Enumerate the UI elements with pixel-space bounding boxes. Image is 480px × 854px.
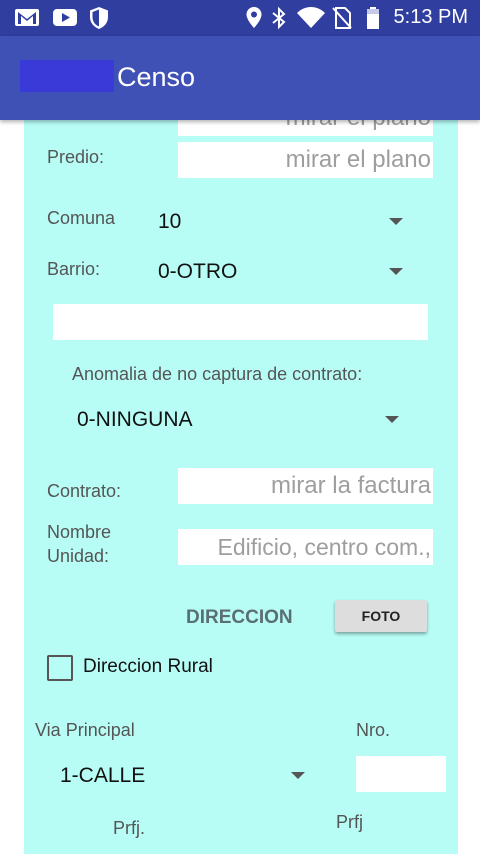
nombre-label-line2: Unidad: bbox=[47, 546, 110, 566]
top-clipped-field[interactable]: mirar el plano bbox=[178, 120, 433, 136]
app-bar: Censo bbox=[0, 36, 480, 120]
location-icon bbox=[246, 7, 262, 28]
nro-field[interactable] bbox=[356, 756, 446, 792]
gmail-icon bbox=[15, 9, 39, 26]
chevron-down-icon bbox=[291, 772, 305, 779]
app-logo bbox=[20, 60, 114, 92]
anomalia-value: 0-NINGUNA bbox=[77, 408, 193, 431]
comuna-value: 10 bbox=[158, 210, 182, 233]
anomalia-label: Anomalia de no captura de contrato: bbox=[72, 364, 363, 384]
chevron-down-icon bbox=[389, 268, 403, 275]
barrio-label: Barrio: bbox=[47, 259, 101, 279]
status-time: 5:13 PM bbox=[393, 6, 468, 28]
chevron-down-icon bbox=[385, 416, 399, 423]
via-principal-value: 1-CALLE bbox=[60, 764, 146, 787]
direccion-rural-label: Direccion Rural bbox=[83, 656, 213, 677]
predio-label: Predio: bbox=[47, 147, 105, 167]
shield-icon bbox=[90, 7, 108, 29]
prfj-label-right: Prfj bbox=[336, 812, 363, 832]
via-principal-label: Via Principal bbox=[35, 720, 135, 740]
via-principal-spinner[interactable]: 1-CALLE bbox=[54, 758, 314, 794]
contrato-label: Contrato: bbox=[47, 481, 122, 501]
contrato-field[interactable]: mirar la factura bbox=[178, 468, 433, 504]
app-title: Censo bbox=[117, 62, 196, 92]
youtube-icon bbox=[53, 9, 77, 26]
nombre-unidad-field[interactable]: Edificio, centro com., bbox=[178, 529, 433, 565]
chevron-down-icon bbox=[389, 218, 403, 225]
anomalia-spinner[interactable]: 0-NINGUNA bbox=[72, 400, 412, 440]
status-bar: 5:13 PM bbox=[0, 0, 480, 36]
barrio-other-field[interactable] bbox=[53, 304, 428, 340]
bluetooth-icon bbox=[272, 6, 286, 30]
barrio-value: 0-OTRO bbox=[158, 260, 238, 283]
foto-button[interactable]: FOTO bbox=[335, 600, 427, 632]
direccion-heading: DIRECCION bbox=[186, 607, 293, 628]
nro-label: Nro. bbox=[356, 720, 391, 740]
no-sim-icon bbox=[332, 7, 352, 29]
form-panel: mirar el plano Predio: mirar el plano Co… bbox=[24, 120, 458, 854]
nombre-label-line1: Nombre bbox=[47, 522, 112, 542]
battery-icon bbox=[367, 7, 379, 29]
direccion-rural-checkbox[interactable] bbox=[47, 655, 73, 681]
comuna-spinner[interactable]: 10 bbox=[154, 204, 414, 240]
comuna-label: Comuna bbox=[47, 208, 116, 228]
wifi-icon bbox=[297, 7, 325, 28]
predio-field[interactable]: mirar el plano bbox=[178, 142, 433, 178]
prfj-label-left: Prfj. bbox=[113, 818, 146, 838]
barrio-spinner[interactable]: 0-OTRO bbox=[154, 254, 414, 290]
